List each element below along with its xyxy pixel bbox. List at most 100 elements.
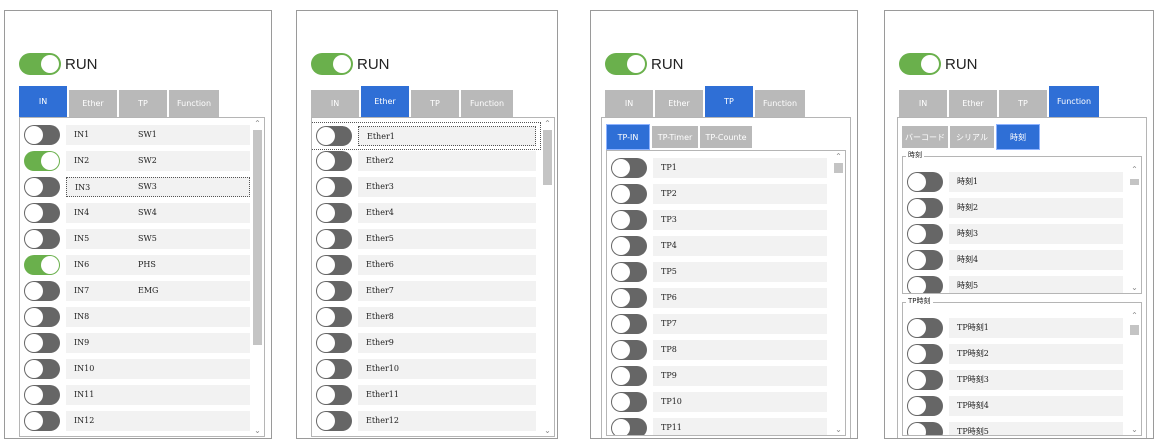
run-toggle[interactable] <box>19 53 61 75</box>
run-switch[interactable]: RUN <box>605 51 684 77</box>
chevron-up-icon[interactable]: ⌃ <box>1128 165 1141 174</box>
chevron-up-icon[interactable]: ⌃ <box>541 119 554 128</box>
scrollbar[interactable]: ⌃ ⌄ <box>541 118 554 436</box>
row-toggle[interactable] <box>316 177 352 197</box>
scroll-thumb[interactable] <box>253 130 262 345</box>
row-toggle[interactable] <box>316 359 352 379</box>
row-toggle[interactable] <box>907 344 943 364</box>
scroll-thumb[interactable] <box>543 130 552 185</box>
tab-tp[interactable]: TP <box>999 90 1047 117</box>
run-toggle[interactable] <box>605 53 647 75</box>
row-toggle[interactable] <box>24 125 60 145</box>
subtab-time[interactable]: 時刻 <box>996 124 1040 150</box>
row-toggle[interactable] <box>316 411 352 431</box>
list-item[interactable]: TP時刻3 <box>903 367 1125 393</box>
tab-function[interactable]: Function <box>169 90 219 117</box>
list-item[interactable]: Ether4 <box>312 200 540 226</box>
list-item[interactable]: IN8 <box>20 304 250 330</box>
row-toggle[interactable] <box>316 203 352 223</box>
list-item[interactable]: TP時刻2 <box>903 341 1125 367</box>
run-switch[interactable]: RUN <box>899 51 978 77</box>
tab-function[interactable]: Function <box>755 90 805 117</box>
row-toggle[interactable] <box>316 151 352 171</box>
list-item[interactable]: Ether1 <box>312 122 541 150</box>
list-item[interactable]: TP2 <box>607 181 829 207</box>
list-item[interactable]: Ether9 <box>312 330 540 356</box>
list-item[interactable]: TP7 <box>607 311 829 337</box>
tab-tp[interactable]: TP <box>411 90 459 117</box>
list-item[interactable]: TP9 <box>607 363 829 389</box>
row-toggle[interactable] <box>316 126 352 146</box>
run-switch[interactable]: RUN <box>311 51 390 77</box>
row-toggle[interactable] <box>611 288 647 308</box>
tab-ether[interactable]: Ether <box>69 90 117 117</box>
run-toggle[interactable] <box>311 53 353 75</box>
list-item[interactable]: IN1 SW1 <box>20 122 250 148</box>
row-toggle[interactable] <box>316 385 352 405</box>
list-item[interactable]: 時刻2 <box>903 195 1125 221</box>
chevron-up-icon[interactable]: ⌃ <box>1128 311 1141 320</box>
scroll-thumb[interactable] <box>1130 179 1139 185</box>
row-toggle[interactable] <box>24 307 60 327</box>
list-item[interactable]: Ether12 <box>312 408 540 434</box>
row-toggle[interactable] <box>907 250 943 270</box>
list-item[interactable]: IN9 <box>20 330 250 356</box>
scroll-thumb[interactable] <box>1130 325 1139 335</box>
list-item[interactable]: IN6 PHS <box>20 252 250 278</box>
list-item[interactable]: Ether7 <box>312 278 540 304</box>
row-toggle[interactable] <box>24 177 60 197</box>
row-toggle[interactable] <box>316 281 352 301</box>
list-item[interactable]: TP時刻1 <box>903 315 1125 341</box>
scrollbar[interactable]: ⌃ ⌄ <box>1128 303 1141 435</box>
row-toggle[interactable] <box>611 210 647 230</box>
row-toggle[interactable] <box>611 262 647 282</box>
list-item[interactable]: 時刻5 <box>903 273 1125 293</box>
row-toggle[interactable] <box>316 307 352 327</box>
row-toggle[interactable] <box>907 370 943 390</box>
list-item[interactable]: TP11 <box>607 415 829 435</box>
run-switch[interactable]: RUN <box>19 51 98 77</box>
subtab-barcode[interactable]: バーコード <box>902 126 948 148</box>
tab-tp[interactable]: TP <box>119 90 167 117</box>
tab-ether[interactable]: Ether <box>361 86 409 117</box>
list-item[interactable]: 時刻4 <box>903 247 1125 273</box>
list-item[interactable]: 時刻1 <box>903 169 1125 195</box>
row-toggle[interactable] <box>611 418 647 435</box>
list-item[interactable]: IN10 <box>20 356 250 382</box>
list-item[interactable]: Ether8 <box>312 304 540 330</box>
tab-function[interactable]: Function <box>1049 86 1099 117</box>
list-item[interactable]: Ether2 <box>312 148 540 174</box>
list-item[interactable]: TP時刻5 <box>903 419 1125 435</box>
list-item[interactable]: IN12 <box>20 408 250 434</box>
subtab-serial[interactable]: シリアル <box>950 126 994 148</box>
list-item[interactable]: TP6 <box>607 285 829 311</box>
row-toggle[interactable] <box>907 224 943 244</box>
list-item[interactable]: IN3 SW3 <box>20 174 250 200</box>
list-item[interactable]: IN11 <box>20 382 250 408</box>
scrollbar[interactable]: ⌃ ⌄ <box>832 151 845 435</box>
row-toggle[interactable] <box>24 255 60 275</box>
tab-ether[interactable]: Ether <box>655 90 703 117</box>
row-toggle[interactable] <box>907 318 943 338</box>
row-toggle[interactable] <box>24 385 60 405</box>
list-item[interactable]: Ether5 <box>312 226 540 252</box>
row-toggle[interactable] <box>611 340 647 360</box>
row-toggle[interactable] <box>907 422 943 435</box>
list-item[interactable]: Ether3 <box>312 174 540 200</box>
chevron-down-icon[interactable]: ⌄ <box>541 426 554 435</box>
list-item[interactable]: TP3 <box>607 207 829 233</box>
tab-ether[interactable]: Ether <box>949 90 997 117</box>
row-toggle[interactable] <box>316 333 352 353</box>
row-toggle[interactable] <box>611 184 647 204</box>
chevron-up-icon[interactable]: ⌃ <box>832 152 845 161</box>
subtab-tp-in[interactable]: TP-IN <box>606 124 650 150</box>
row-toggle[interactable] <box>611 314 647 334</box>
run-toggle[interactable] <box>899 53 941 75</box>
scrollbar[interactable]: ⌃ ⌄ <box>1128 157 1141 293</box>
row-toggle[interactable] <box>24 359 60 379</box>
subtab-tp-counter[interactable]: TP-Counte <box>700 126 752 148</box>
chevron-up-icon[interactable]: ⌃ <box>251 119 264 128</box>
tab-in[interactable]: IN <box>605 90 653 117</box>
row-toggle[interactable] <box>611 158 647 178</box>
row-toggle[interactable] <box>907 396 943 416</box>
